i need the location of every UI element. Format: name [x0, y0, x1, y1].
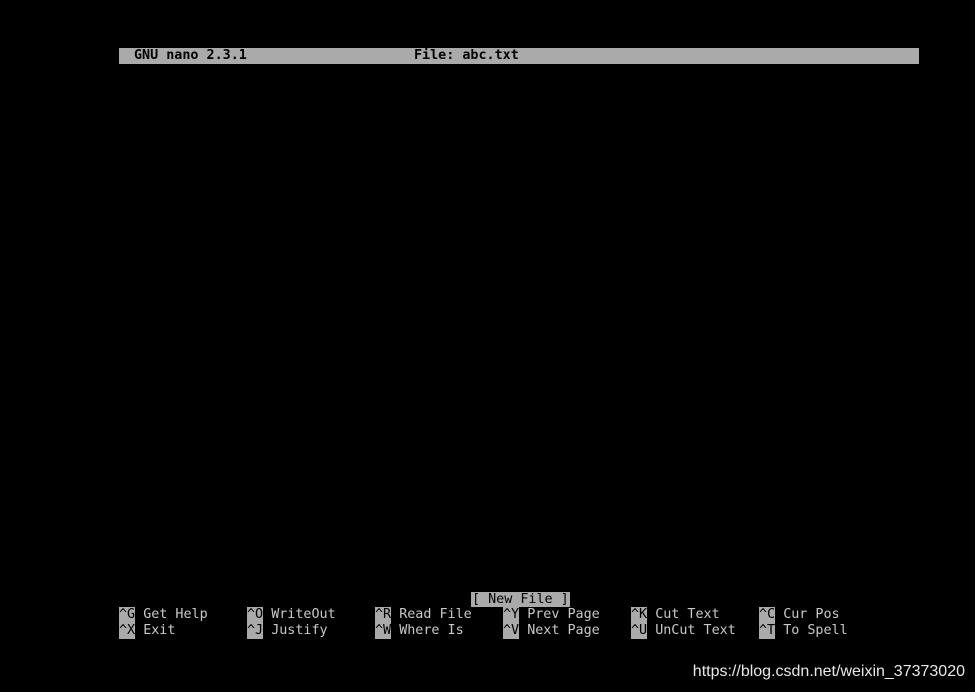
- shortcut-exit[interactable]: ^X Exit: [119, 623, 175, 639]
- status-message: [ New File ]: [471, 592, 570, 607]
- shortcut-read-file[interactable]: ^R Read File: [375, 607, 472, 623]
- shortcut-key: ^O: [247, 607, 264, 623]
- shortcut-prev-page[interactable]: ^Y Prev Page: [503, 607, 600, 623]
- shortcut-cut-text[interactable]: ^K Cut Text: [631, 607, 720, 623]
- shortcut-key: ^C: [759, 607, 776, 623]
- shortcut-cur-pos[interactable]: ^C Cur Pos: [759, 607, 840, 623]
- shortcut-label: UnCut Text: [655, 623, 736, 638]
- shortcut-label: Cut Text: [655, 607, 720, 622]
- watermark-url: https://blog.csdn.net/weixin_37373020: [692, 663, 965, 680]
- shortcut-label: Prev Page: [527, 607, 600, 622]
- nano-title-bar: GNU nano 2.3.1 File: abc.txt: [119, 48, 919, 64]
- shortcut-key: ^V: [503, 623, 520, 639]
- shortcut-justify[interactable]: ^J Justify: [247, 623, 328, 639]
- shortcut-key: ^Y: [503, 607, 520, 623]
- shortcut-key: ^T: [759, 623, 776, 639]
- app-version: GNU nano 2.3.1: [134, 48, 247, 63]
- shortcut-uncut-text[interactable]: ^U UnCut Text: [631, 623, 736, 639]
- shortcut-writeout[interactable]: ^O WriteOut: [247, 607, 336, 623]
- shortcut-label: Read File: [399, 607, 472, 622]
- shortcut-label: Get Help: [143, 607, 208, 622]
- shortcut-key: ^J: [247, 623, 264, 639]
- shortcut-key: ^G: [119, 607, 136, 623]
- shortcut-label: Justify: [271, 623, 328, 638]
- shortcut-key: ^K: [631, 607, 648, 623]
- shortcut-label: Next Page: [527, 623, 600, 638]
- shortcut-key: ^U: [631, 623, 648, 639]
- shortcut-label: WriteOut: [271, 607, 336, 622]
- shortcut-label: To Spell: [783, 623, 848, 638]
- shortcut-label: Exit: [143, 623, 176, 638]
- shortcut-to-spell[interactable]: ^T To Spell: [759, 623, 848, 639]
- file-name: File: abc.txt: [414, 48, 519, 63]
- editor-buffer[interactable]: [119, 64, 919, 590]
- shortcut-key: ^R: [375, 607, 392, 623]
- shortcut-key: ^X: [119, 623, 136, 639]
- shortcut-where-is[interactable]: ^W Where Is: [375, 623, 464, 639]
- shortcut-bar: ^G Get Help ^O WriteOut ^R Read File ^Y …: [119, 607, 919, 639]
- shortcut-label: Cur Pos: [783, 607, 840, 622]
- shortcut-label: Where Is: [399, 623, 464, 638]
- shortcut-get-help[interactable]: ^G Get Help: [119, 607, 208, 623]
- shortcut-key: ^W: [375, 623, 392, 639]
- shortcut-next-page[interactable]: ^V Next Page: [503, 623, 600, 639]
